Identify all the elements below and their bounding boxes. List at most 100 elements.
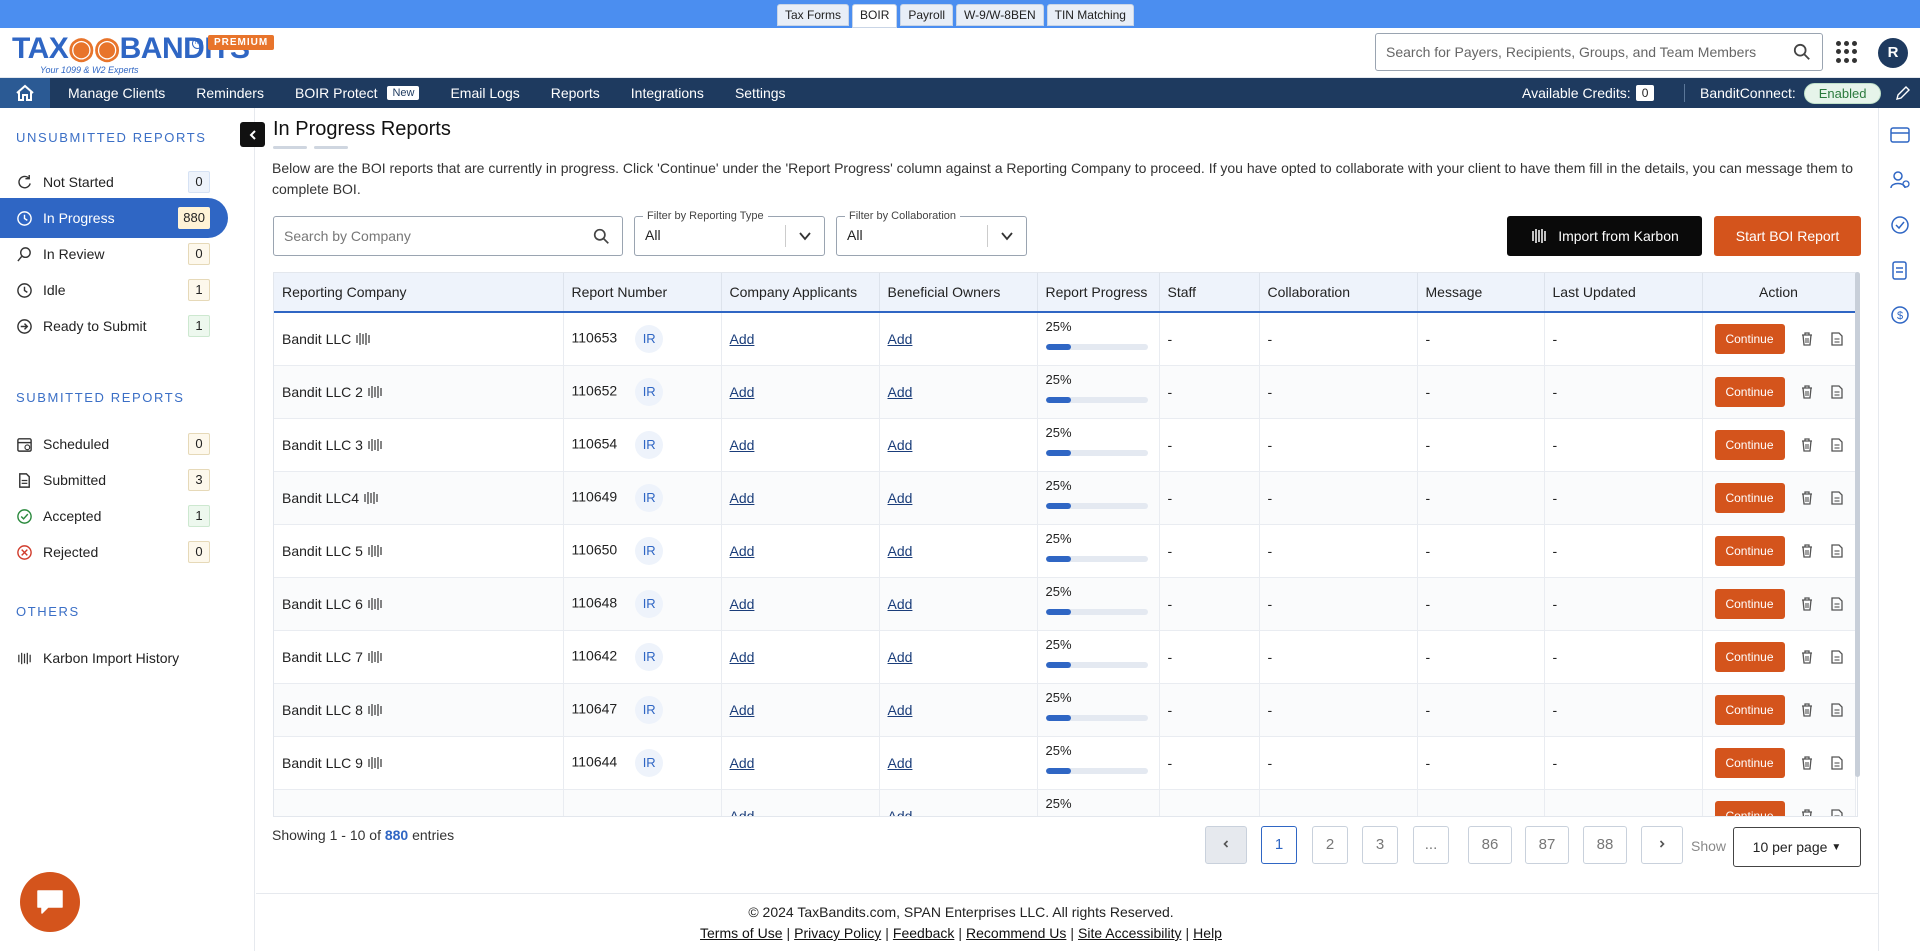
footer-link-recommend-us[interactable]: Recommend Us xyxy=(966,925,1066,941)
nav-item-reports[interactable]: Reports xyxy=(551,85,600,101)
footer-link-terms-of-use[interactable]: Terms of Use xyxy=(700,925,782,941)
table-row[interactable]: Bandit LLC 110653 IR Add Add 25% - - - - Continue xyxy=(274,312,1856,366)
add-company-applicant-link[interactable]: Add xyxy=(730,384,755,400)
collapse-sidebar-button[interactable] xyxy=(240,122,265,147)
chat-support-button[interactable] xyxy=(20,872,80,932)
column-header-last-updated[interactable]: Last Updated xyxy=(1544,273,1703,313)
pagination-next-button[interactable] xyxy=(1641,826,1683,864)
add-beneficial-owner-link[interactable]: Add xyxy=(888,543,913,559)
continue-button[interactable]: Continue xyxy=(1714,376,1785,407)
trash-icon[interactable] xyxy=(1799,543,1815,559)
footer-link-site-accessibility[interactable]: Site Accessibility xyxy=(1078,925,1181,941)
start-boi-report-button[interactable]: Start BOI Report xyxy=(1714,216,1861,256)
pagination-page-1[interactable]: 1 xyxy=(1261,826,1297,864)
nav-item-reminders[interactable]: Reminders xyxy=(196,85,264,101)
column-header-staff[interactable]: Staff xyxy=(1159,273,1260,313)
footer-link-privacy-policy[interactable]: Privacy Policy xyxy=(794,925,881,941)
sidebar-item-karbon-import-history[interactable]: Karbon Import History xyxy=(0,638,228,678)
add-company-applicant-link[interactable]: Add xyxy=(730,755,755,771)
document-icon[interactable] xyxy=(1829,596,1845,612)
banditconnect-enabled-badge[interactable]: Enabled xyxy=(1803,82,1882,104)
trash-icon[interactable] xyxy=(1799,437,1815,453)
sidebar-item-accepted[interactable]: Accepted 1 xyxy=(0,496,228,536)
search-icon[interactable] xyxy=(1793,43,1811,61)
app-grid-icon[interactable] xyxy=(1836,41,1858,63)
filter-collaboration-select[interactable]: Filter by Collaboration All xyxy=(836,210,1027,256)
per-page-select[interactable]: 10 per page ▼ xyxy=(1733,827,1861,867)
column-header-company-applicants[interactable]: Company Applicants xyxy=(721,273,880,313)
company-name[interactable]: Bandit LLC 6 xyxy=(282,596,363,612)
nav-item-manage-clients[interactable]: Manage Clients xyxy=(68,85,165,101)
pagination-page-86[interactable]: 86 xyxy=(1468,826,1512,864)
document-icon[interactable] xyxy=(1829,649,1845,665)
product-tab-tax-forms[interactable]: Tax Forms xyxy=(777,4,850,26)
document-icon[interactable] xyxy=(1829,808,1845,818)
company-name[interactable]: Bandit LLC 8 xyxy=(282,702,363,718)
nav-item-integrations[interactable]: Integrations xyxy=(631,85,704,101)
pagination-page-3[interactable]: 3 xyxy=(1362,826,1398,864)
table-row[interactable]: Bandit LLC 3 110654 IR Add Add 25% - - - - Continu… xyxy=(274,418,1856,472)
edit-pencil-icon[interactable] xyxy=(1895,85,1911,101)
table-row[interactable]: Bandit LLC4 110649 IR Add Add 25% - - - - Continue xyxy=(274,471,1856,525)
add-beneficial-owner-link[interactable]: Add xyxy=(888,331,913,347)
column-header-beneficial-owners[interactable]: Beneficial Owners xyxy=(879,273,1038,313)
trash-icon[interactable] xyxy=(1799,596,1815,612)
add-beneficial-owner-link[interactable]: Add xyxy=(888,490,913,506)
pagination-page-88[interactable]: 88 xyxy=(1583,826,1627,864)
sidebar-item-rejected[interactable]: Rejected 0 xyxy=(0,532,228,572)
add-company-applicant-link[interactable]: Add xyxy=(730,702,755,718)
table-row[interactable]: Bandit LLC 2 110652 IR Add Add 25% - - - - Continu… xyxy=(274,365,1856,419)
verified-badge-icon[interactable] xyxy=(1889,214,1911,236)
continue-button[interactable]: Continue xyxy=(1714,747,1785,778)
company-name[interactable]: Bandit LLC 2 xyxy=(282,384,363,400)
reports-table-container[interactable]: Reporting Company Report Number Company Ap… xyxy=(273,272,1858,817)
sidebar-item-not-started[interactable]: Not Started 0 xyxy=(0,162,228,202)
table-row[interactable]: Add Add 25% Continue xyxy=(274,789,1856,818)
sidebar-item-ready-to-submit[interactable]: Ready to Submit 1 xyxy=(0,306,228,346)
table-row[interactable]: Bandit LLC 7 110642 IR Add Add 25% - - - - Continu… xyxy=(274,630,1856,684)
document-icon[interactable] xyxy=(1829,702,1845,718)
global-search-input[interactable] xyxy=(1375,33,1823,71)
table-row[interactable]: Bandit LLC 9 110644 IR Add Add 25% - - - - Continu… xyxy=(274,736,1856,790)
add-beneficial-owner-link[interactable]: Add xyxy=(888,596,913,612)
company-name[interactable]: Bandit LLC4 xyxy=(282,490,359,506)
document-icon[interactable] xyxy=(1829,543,1845,559)
import-from-karbon-button[interactable]: Import from Karbon xyxy=(1507,216,1702,256)
nav-item-email-logs[interactable]: Email Logs xyxy=(450,85,519,101)
trash-icon[interactable] xyxy=(1799,649,1815,665)
add-company-applicant-link[interactable]: Add xyxy=(730,437,755,453)
trash-icon[interactable] xyxy=(1799,490,1815,506)
home-button[interactable] xyxy=(0,78,50,108)
document-icon[interactable] xyxy=(1829,384,1845,400)
company-search-input[interactable] xyxy=(273,216,623,256)
add-beneficial-owner-link[interactable]: Add xyxy=(888,808,913,817)
product-tab-payroll[interactable]: Payroll xyxy=(900,4,954,26)
continue-button[interactable]: Continue xyxy=(1714,800,1785,816)
table-row[interactable]: Bandit LLC 6 110648 IR Add Add 25% - - - - Continu… xyxy=(274,577,1856,631)
add-beneficial-owner-link[interactable]: Add xyxy=(888,384,913,400)
column-header-collaboration[interactable]: Collaboration xyxy=(1259,273,1418,313)
company-name[interactable]: Bandit LLC 5 xyxy=(282,543,363,559)
footer-link-help[interactable]: Help xyxy=(1193,925,1222,941)
continue-button[interactable]: Continue xyxy=(1714,641,1785,672)
product-tab-w-9-w-8ben[interactable]: W-9/W-8BEN xyxy=(956,4,1044,26)
search-icon[interactable] xyxy=(593,228,610,245)
add-company-applicant-link[interactable]: Add xyxy=(730,490,755,506)
add-company-applicant-link[interactable]: Add xyxy=(730,331,755,347)
trash-icon[interactable] xyxy=(1799,702,1815,718)
user-avatar[interactable]: R xyxy=(1878,38,1908,68)
company-name[interactable]: Bandit LLC 9 xyxy=(282,755,363,771)
trash-icon[interactable] xyxy=(1799,384,1815,400)
document-icon[interactable] xyxy=(1829,437,1845,453)
company-name[interactable]: Bandit LLC 7 xyxy=(282,649,363,665)
product-tab-boir[interactable]: BOIR xyxy=(852,4,898,28)
sidebar-item-scheduled[interactable]: Scheduled 0 xyxy=(0,424,228,464)
document-icon[interactable] xyxy=(1829,755,1845,771)
pagination-page-ellipsis[interactable]: ... xyxy=(1413,826,1449,864)
sidebar-item-submitted[interactable]: Submitted 3 xyxy=(0,460,228,500)
add-company-applicant-link[interactable]: Add xyxy=(730,649,755,665)
trash-icon[interactable] xyxy=(1799,755,1815,771)
continue-button[interactable]: Continue xyxy=(1714,429,1785,460)
continue-button[interactable]: Continue xyxy=(1714,694,1785,725)
clipboard-icon[interactable] xyxy=(1889,259,1911,281)
